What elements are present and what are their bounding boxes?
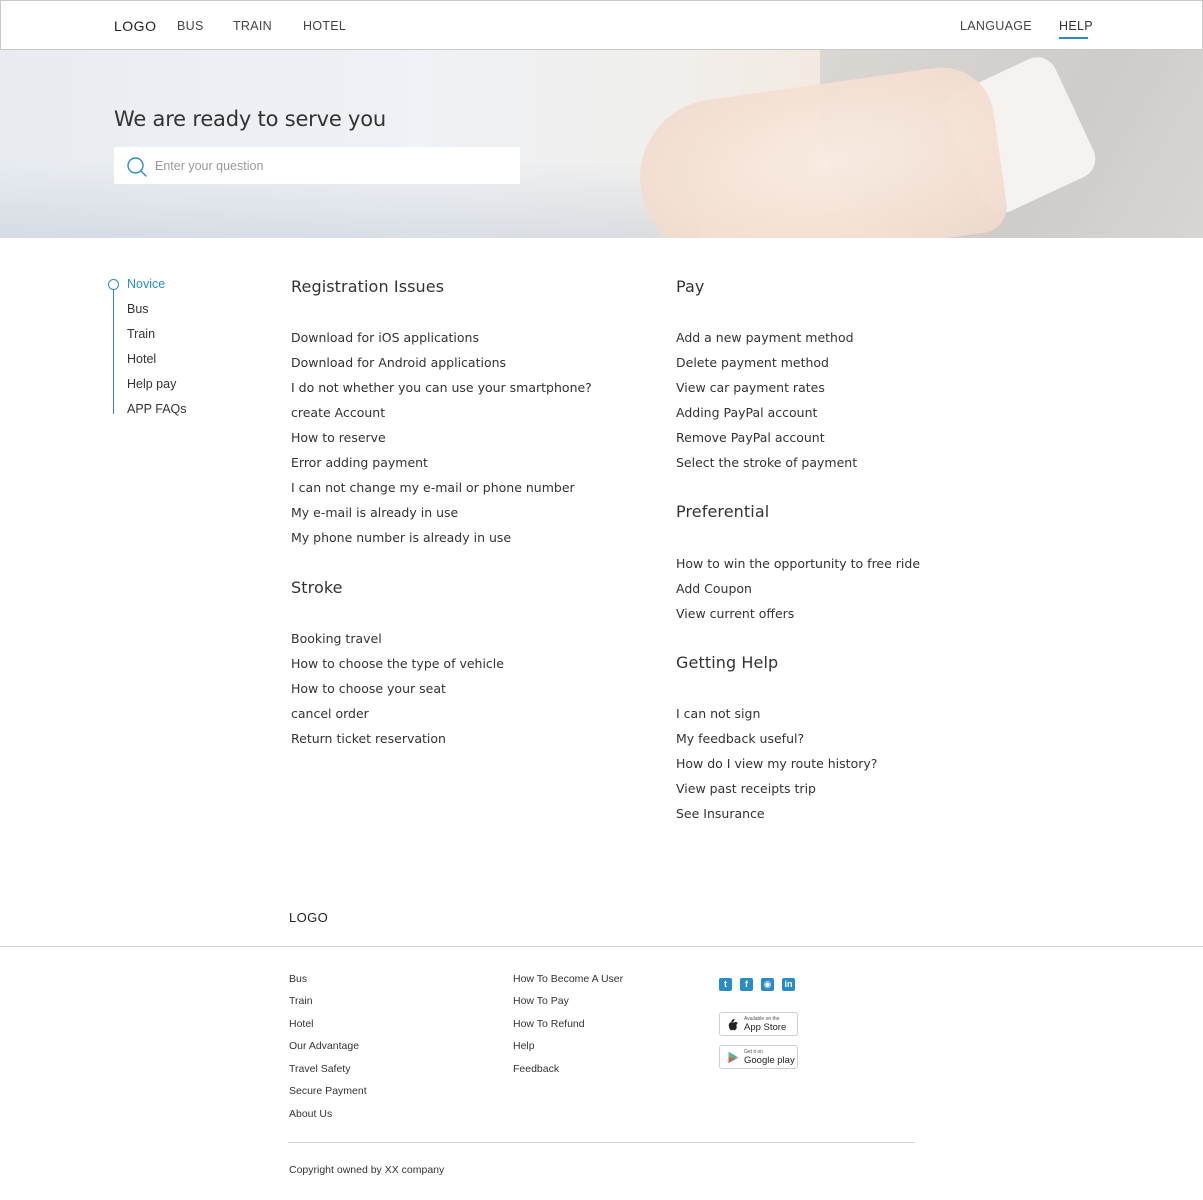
footer-logo[interactable]: LOGO xyxy=(289,910,328,925)
apple-icon xyxy=(728,1018,738,1031)
footer-link-travel-safety[interactable]: Travel Safety xyxy=(289,1063,350,1075)
sidebar-timeline-line xyxy=(113,284,114,414)
faq-link[interactable]: Download for Android applications xyxy=(291,355,506,370)
footer-link-how-to-pay[interactable]: How To Pay xyxy=(513,995,569,1007)
nav-hotel[interactable]: HOTEL xyxy=(303,19,346,33)
nav-train[interactable]: TRAIN xyxy=(233,19,272,33)
top-navbar: LOGO BUS TRAIN HOTEL LANGUAGE HELP xyxy=(0,0,1203,50)
faq-link[interactable]: My e-mail is already in use xyxy=(291,505,458,520)
footer-link-feedback[interactable]: Feedback xyxy=(513,1063,559,1075)
footer-link-secure-payment[interactable]: Secure Payment xyxy=(289,1085,367,1097)
faq-link[interactable]: Add Coupon xyxy=(676,581,752,596)
sidebar-item-help-pay[interactable]: Help pay xyxy=(127,377,176,391)
app-store-label: App Store xyxy=(744,1022,787,1033)
section-title-pay: Pay xyxy=(676,277,705,296)
section-title-preferential: Preferential xyxy=(676,502,770,521)
twitter-icon[interactable]: t xyxy=(719,978,732,991)
header-logo[interactable]: LOGO xyxy=(114,18,156,34)
nav-help[interactable]: HELP xyxy=(1059,19,1093,33)
section-title-stroke: Stroke xyxy=(291,578,343,597)
faq-link[interactable]: Select the stroke of payment xyxy=(676,455,857,470)
faq-link[interactable]: View car payment rates xyxy=(676,380,825,395)
footer-divider xyxy=(0,946,1203,947)
sidebar-item-bus[interactable]: Bus xyxy=(127,302,149,316)
footer-bottom-divider xyxy=(288,1142,915,1143)
sidebar-item-train[interactable]: Train xyxy=(127,327,155,341)
faq-link[interactable]: View past receipts trip xyxy=(676,781,816,796)
footer-link-become-user[interactable]: How To Become A User xyxy=(513,973,623,985)
search-input[interactable] xyxy=(155,147,510,184)
copyright-text: Copyright owned by XX company xyxy=(289,1164,445,1176)
faq-link[interactable]: Delete payment method xyxy=(676,355,829,370)
sidebar-active-dot xyxy=(108,279,119,290)
nav-language[interactable]: LANGUAGE xyxy=(960,19,1032,33)
faq-link[interactable]: Download for iOS applications xyxy=(291,330,479,345)
footer-link-about-us[interactable]: About Us xyxy=(289,1108,332,1120)
faq-link[interactable]: Error adding payment xyxy=(291,455,428,470)
faq-link[interactable]: How to win the opportunity to free ride xyxy=(676,556,920,571)
faq-link[interactable]: See Insurance xyxy=(676,806,765,821)
faq-link[interactable]: cancel order xyxy=(291,706,369,721)
facebook-icon[interactable]: f xyxy=(740,978,753,991)
section-title-getting-help: Getting Help xyxy=(676,653,779,672)
google-play-label: Google play xyxy=(744,1055,795,1066)
faq-link[interactable]: create Account xyxy=(291,405,385,420)
sidebar-item-app-faqs[interactable]: APP FAQs xyxy=(127,402,187,416)
faq-link[interactable]: I can not sign xyxy=(676,706,760,721)
faq-link[interactable]: Adding PayPal account xyxy=(676,405,817,420)
footer-link-how-to-refund[interactable]: How To Refund xyxy=(513,1018,585,1030)
faq-link[interactable]: My phone number is already in use xyxy=(291,530,511,545)
faq-link[interactable]: My feedback useful? xyxy=(676,731,804,746)
faq-link[interactable]: Return ticket reservation xyxy=(291,731,446,746)
faq-link[interactable]: Booking travel xyxy=(291,631,382,646)
nav-active-underline xyxy=(1059,37,1088,39)
faq-link[interactable]: How to reserve xyxy=(291,430,386,445)
app-store-button[interactable]: Available on the App Store xyxy=(719,1012,798,1036)
hero-title: We are ready to serve you xyxy=(114,107,387,131)
search-icon xyxy=(127,157,147,177)
faq-link[interactable]: I do not whether you can use your smartp… xyxy=(291,380,592,395)
nav-bus[interactable]: BUS xyxy=(177,19,204,33)
hero-overlay xyxy=(0,50,1203,238)
faq-link[interactable]: How do I view my route history? xyxy=(676,756,877,771)
google-play-button[interactable]: Get it on Google play xyxy=(719,1045,798,1069)
footer-link-help[interactable]: Help xyxy=(513,1040,535,1052)
faq-link[interactable]: How to choose your seat xyxy=(291,681,446,696)
section-title-registration: Registration Issues xyxy=(291,277,445,296)
footer-link-train[interactable]: Train xyxy=(289,995,313,1007)
faq-link[interactable]: View current offers xyxy=(676,606,794,621)
faq-link[interactable]: Remove PayPal account xyxy=(676,430,825,445)
footer-link-hotel[interactable]: Hotel xyxy=(289,1018,314,1030)
linkedin-icon[interactable]: in xyxy=(782,978,795,991)
faq-link[interactable]: Add a new payment method xyxy=(676,330,854,345)
faq-link[interactable]: I can not change my e-mail or phone numb… xyxy=(291,480,575,495)
faq-link[interactable]: How to choose the type of vehicle xyxy=(291,656,504,671)
sidebar-item-novice[interactable]: Novice xyxy=(127,277,165,291)
google-play-icon xyxy=(728,1051,739,1064)
footer-link-our-advantage[interactable]: Our Advantage xyxy=(289,1040,359,1052)
search-box[interactable] xyxy=(114,147,520,184)
github-icon[interactable]: ◉ xyxy=(761,978,774,991)
hero-banner: We are ready to serve you xyxy=(0,50,1203,238)
sidebar-item-hotel[interactable]: Hotel xyxy=(127,352,156,366)
footer-link-bus[interactable]: Bus xyxy=(289,973,307,985)
